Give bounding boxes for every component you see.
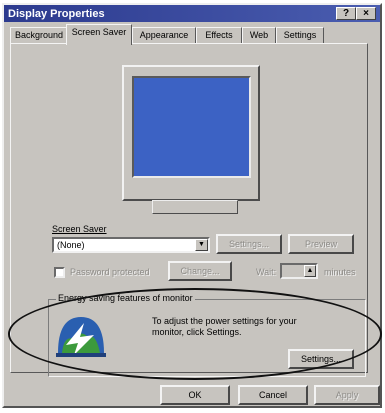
monitor-stand (152, 200, 238, 214)
chevron-down-icon[interactable]: ▼ (195, 239, 208, 251)
tab-web[interactable]: Web (242, 27, 276, 43)
help-button[interactable]: ? (336, 7, 356, 20)
display-properties-window: Display Properties ? × Background Screen… (2, 3, 382, 408)
spinner-arrows-icon[interactable]: ▲ (304, 265, 316, 277)
monitor-preview (122, 65, 260, 201)
close-button[interactable]: × (356, 7, 376, 20)
wait-minutes-spinner[interactable]: ▲ (280, 263, 318, 279)
energy-group-title: Energy saving features of monitor (56, 293, 195, 303)
screen-saver-select[interactable]: (None) ▼ (52, 237, 210, 253)
energy-star-icon (56, 317, 106, 357)
tab-screen-saver[interactable]: Screen Saver (66, 24, 132, 45)
screen-saver-label: Screen Saver (52, 224, 107, 234)
change-password-button[interactable]: Change... (168, 261, 232, 281)
tab-strip: Background Screen Saver Appearance Effec… (10, 23, 372, 45)
tab-effects[interactable]: Effects (196, 27, 242, 43)
tab-appearance[interactable]: Appearance (132, 27, 196, 43)
tab-background[interactable]: Background (10, 27, 68, 43)
minutes-label: minutes (324, 267, 356, 277)
title-bar[interactable]: Display Properties ? × (4, 5, 380, 22)
ok-button[interactable]: OK (160, 385, 230, 405)
screen-saver-value: (None) (57, 240, 85, 250)
cancel-button[interactable]: Cancel (238, 385, 308, 405)
screen-saver-settings-button[interactable]: Settings... (216, 234, 282, 254)
energy-description: To adjust the power settings for your mo… (152, 316, 297, 337)
tab-settings[interactable]: Settings (276, 27, 324, 43)
monitor-screen (132, 76, 251, 178)
password-label: Password protected (70, 267, 150, 277)
preview-button[interactable]: Preview (288, 234, 354, 254)
password-checkbox[interactable] (54, 267, 65, 278)
apply-button[interactable]: Apply (314, 385, 380, 405)
energy-settings-button[interactable]: Settings... (288, 349, 354, 369)
window-title: Display Properties (8, 7, 105, 20)
wait-label: Wait: (256, 267, 277, 277)
